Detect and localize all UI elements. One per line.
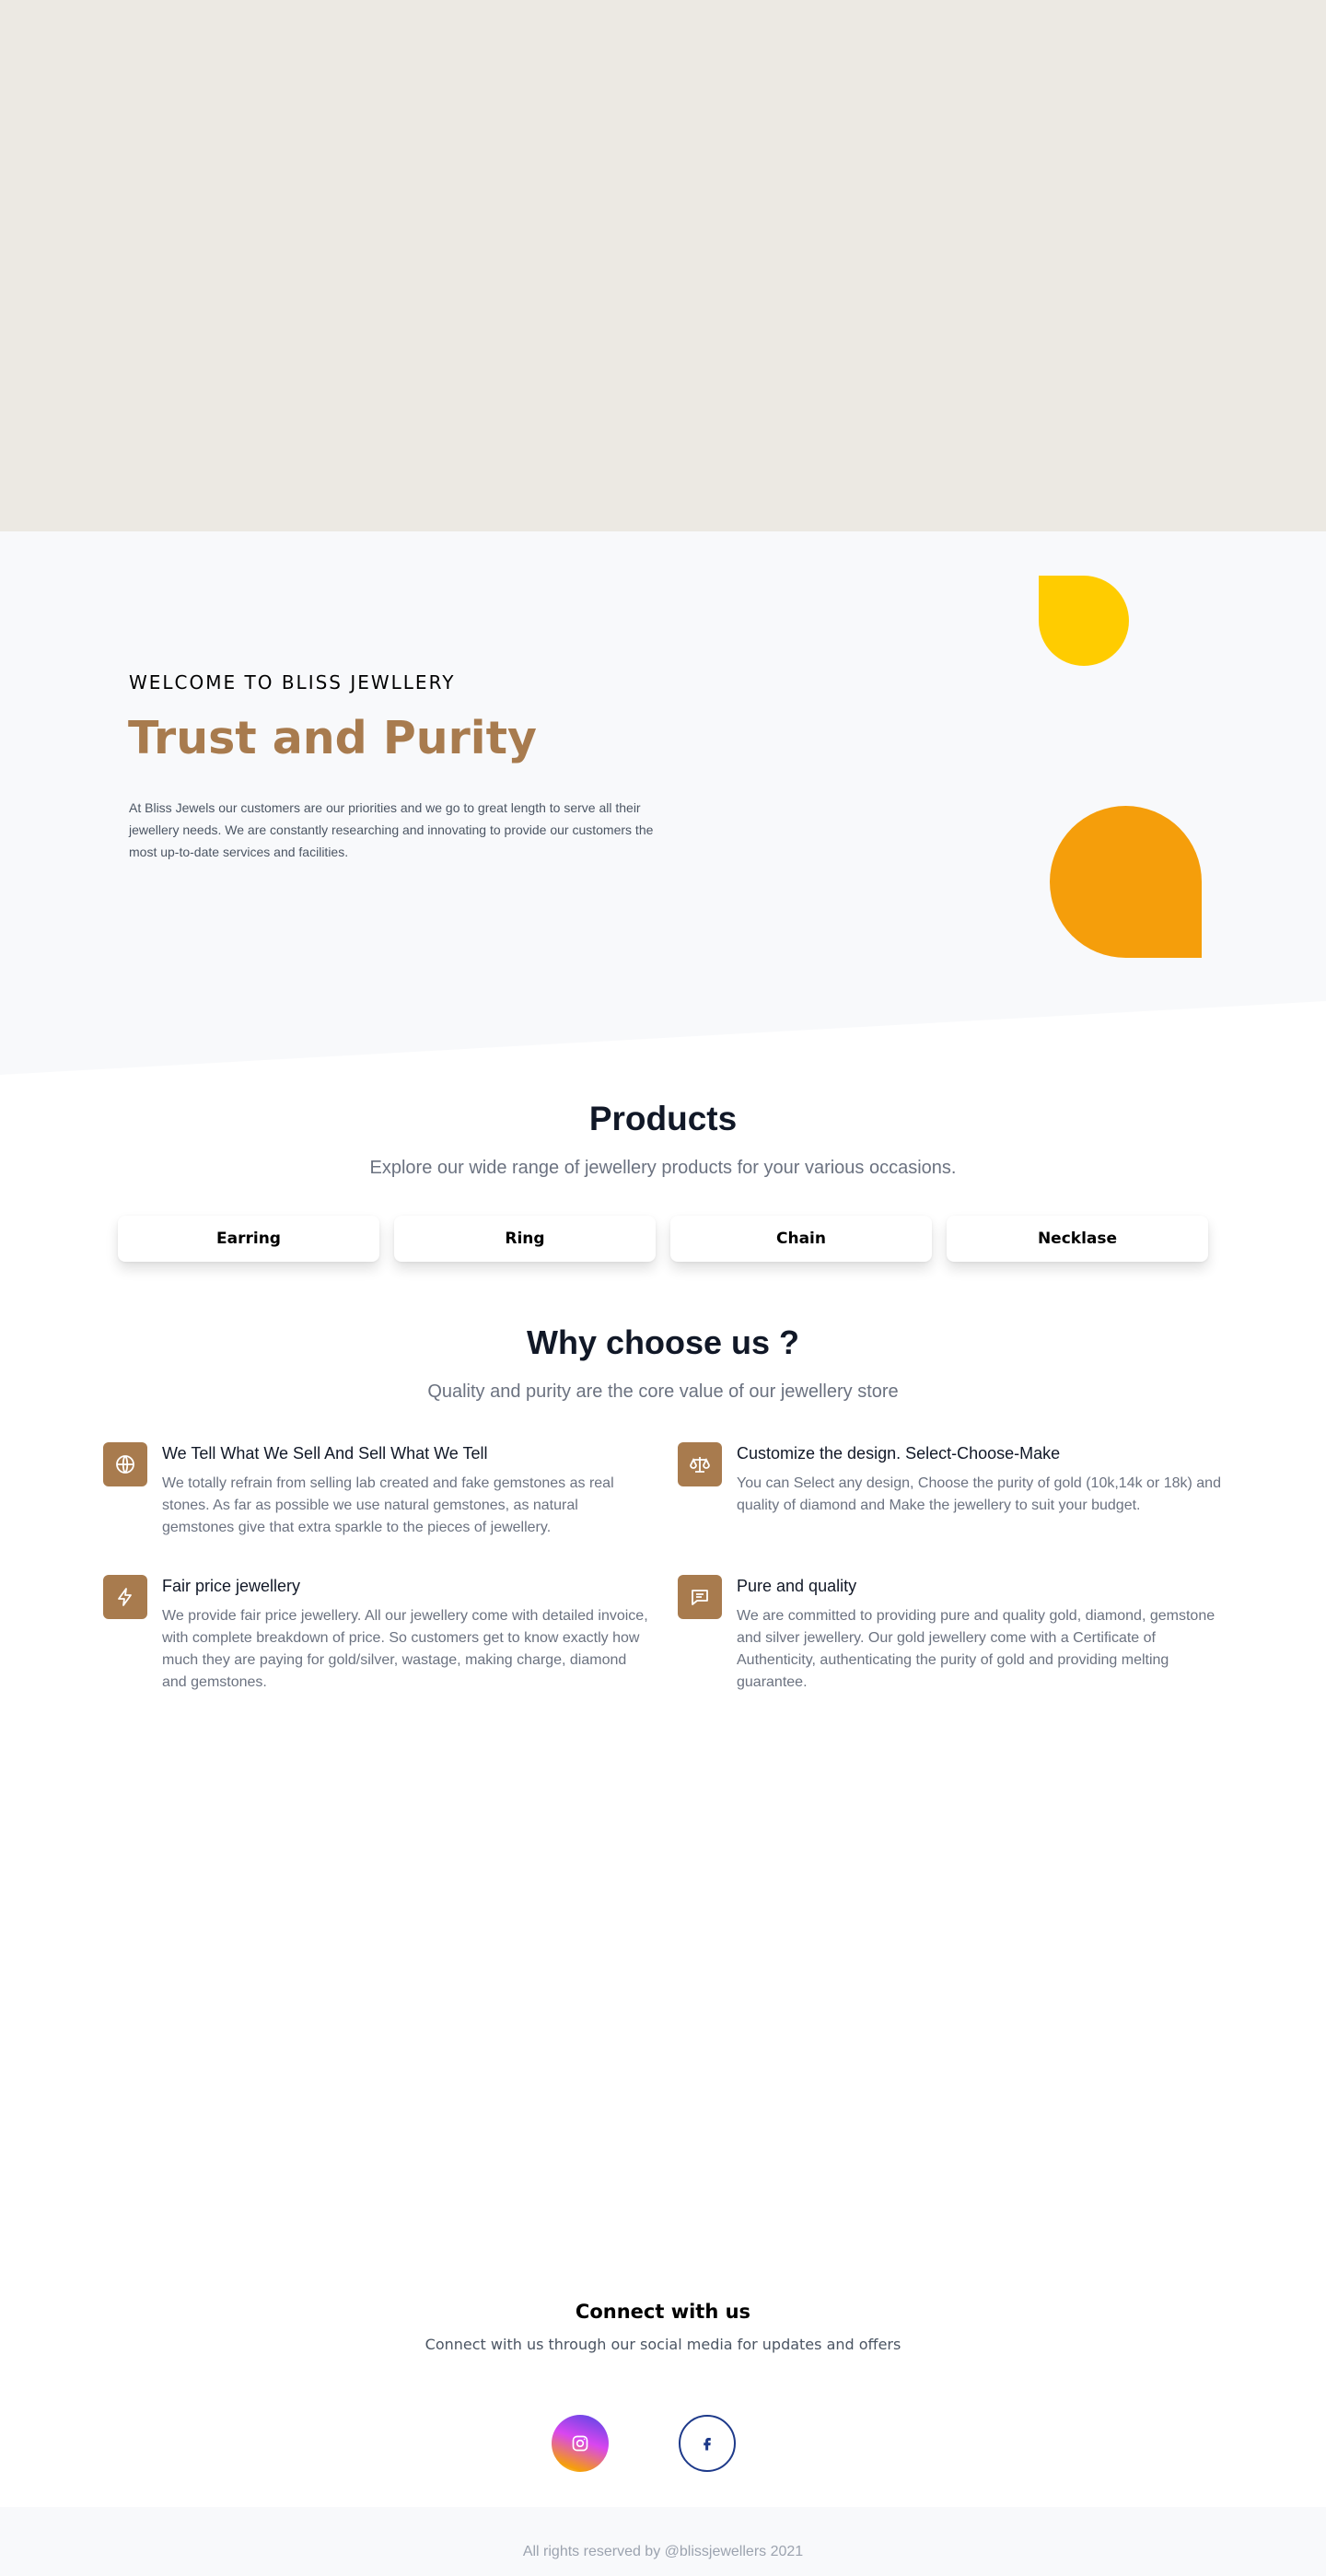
- product-card-label: Earring: [216, 1230, 281, 1248]
- lightning-icon: [103, 1575, 147, 1619]
- product-card-label: Chain: [776, 1230, 826, 1248]
- chat-icon: [678, 1575, 722, 1619]
- product-card-necklase[interactable]: Necklase: [947, 1216, 1208, 1262]
- decorative-orange-shape: [1050, 806, 1202, 958]
- connect-subtitle: Connect with us through our social media…: [425, 2336, 901, 2353]
- feature-text: We provide fair price jewellery. All our…: [162, 1608, 648, 1690]
- connect-title: Connect with us: [575, 2301, 751, 2323]
- product-card-label: Necklase: [1037, 1230, 1118, 1248]
- facebook-button[interactable]: [679, 2415, 736, 2472]
- footer-copyright: All rights reserved by @blissjewellers 2…: [522, 2544, 804, 2559]
- instagram-button[interactable]: [552, 2415, 609, 2472]
- scale-icon: [678, 1442, 722, 1486]
- facebook-icon: [704, 2438, 711, 2451]
- product-card-ring[interactable]: Ring: [394, 1216, 656, 1262]
- product-card-chain[interactable]: Chain: [670, 1216, 932, 1262]
- product-card-label: Ring: [505, 1230, 545, 1248]
- instagram-icon: [572, 2435, 588, 2452]
- footer: All rights reserved by @blissjewellers 2…: [0, 2507, 1326, 2576]
- intro-title: Trust and Purity: [128, 712, 537, 764]
- feature-text: You can Select any design, Choose the pu…: [737, 1475, 1221, 1513]
- why-subtitle: Quality and purity are the core value of…: [427, 1381, 899, 1402]
- decorative-yellow-shape: [1039, 576, 1129, 666]
- intro-text: At Bliss Jewels our customers are our pr…: [129, 800, 654, 859]
- intro-eyebrow: WELCOME TO BLISS JEWLLERY: [129, 671, 456, 694]
- feature-title: We Tell What We Sell And Sell What We Te…: [162, 1444, 488, 1463]
- product-card-earring[interactable]: Earring: [118, 1216, 379, 1262]
- intro-section: WELCOME TO BLISS JEWLLERY Trust and Puri…: [0, 531, 1326, 1075]
- feature-text: We totally refrain from selling lab crea…: [162, 1475, 614, 1535]
- products-title: Products: [588, 1100, 738, 1137]
- feature-text: We are committed to providing pure and q…: [737, 1608, 1216, 1690]
- feature-title: Customize the design. Select-Choose-Make: [737, 1444, 1061, 1463]
- globe-icon: [103, 1442, 147, 1486]
- products-subtitle: Explore our wide range of jewellery prod…: [369, 1158, 957, 1178]
- feature-title: Pure and quality: [737, 1577, 857, 1595]
- hero-banner-image: [0, 0, 1326, 531]
- feature-title: Fair price jewellery: [162, 1577, 301, 1595]
- why-title: Why choose us ?: [526, 1323, 800, 1361]
